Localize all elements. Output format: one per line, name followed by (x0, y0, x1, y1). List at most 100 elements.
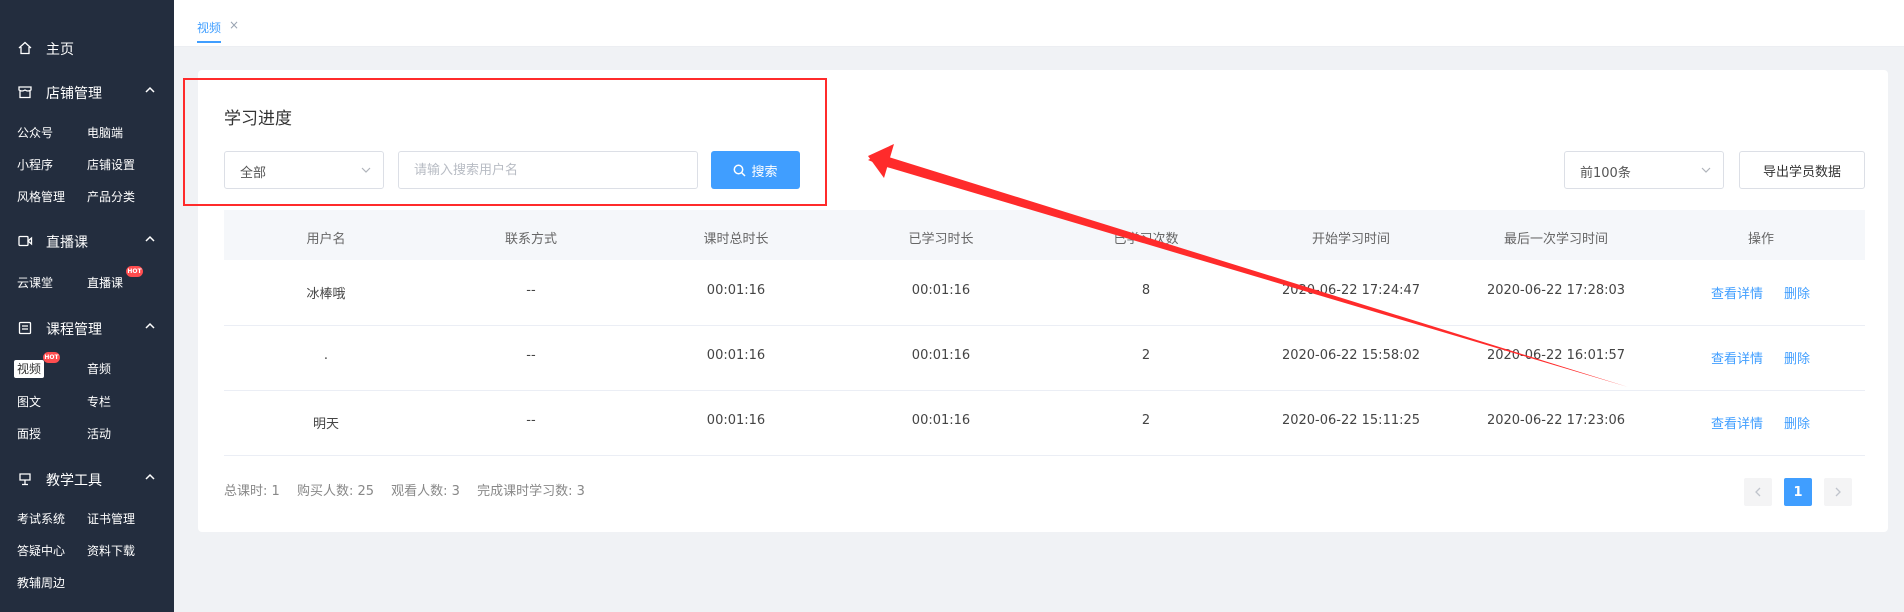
search-input[interactable] (398, 151, 698, 189)
sidebar-item-style[interactable]: 风格管理 (17, 188, 65, 206)
sidebar-section-label: 课程管理 (46, 322, 102, 338)
sidebar-item-video[interactable]: 视频 (14, 360, 45, 378)
sidebar-item-merch[interactable]: 教辅周边 (17, 574, 65, 592)
chevron-right-icon (1835, 487, 1841, 497)
delete-link[interactable]: 删除 (1784, 283, 1810, 302)
search-icon (734, 164, 747, 177)
cell-last: 2020-06-22 17:28:03 (1486, 283, 1626, 298)
hot-badge: HOT (126, 266, 143, 277)
sidebar-section-label: 直播课 (46, 235, 88, 251)
stat-completed: 完成课时学习数: 3 (477, 484, 585, 499)
sidebar-item-shop-settings[interactable]: 店铺设置 (87, 156, 135, 174)
sidebar-section-label: 教学工具 (46, 473, 102, 489)
table-row: 明天 -- 00:01:16 00:01:16 2 2020-06-22 15:… (224, 390, 1865, 456)
sidebar-item-download[interactable]: 资料下载 (87, 542, 135, 560)
table-header: 用户名 联系方式 课时总时长 已学习时长 已学习次数 开始学习时间 最后一次学习… (224, 210, 1865, 260)
chevron-up-icon (145, 322, 155, 329)
limit-select[interactable]: 前100条 (1564, 151, 1724, 189)
sidebar-item-cloud-class[interactable]: 云课堂 (17, 274, 53, 292)
hot-badge: HOT (43, 352, 60, 363)
cell-contact: -- (526, 283, 536, 298)
cell-user: 冰棒哦 (306, 287, 346, 302)
sidebar-item-article[interactable]: 图文 (17, 393, 41, 411)
stat-total-lessons: 总课时: 1 (224, 484, 280, 499)
cell-learned: 00:01:16 (911, 348, 971, 363)
chevron-left-icon (1755, 487, 1761, 497)
cell-contact: -- (526, 413, 536, 428)
view-detail-link[interactable]: 查看详情 (1711, 283, 1763, 302)
cell-learned: 00:01:16 (911, 283, 971, 298)
chevron-down-icon (1701, 167, 1711, 173)
sidebar: 主页 店铺管理 公众号 电脑端 小程序 店铺设置 风格管理 产品分类 直播课 云… (0, 0, 174, 612)
sidebar-section-live[interactable]: 直播课 (0, 229, 174, 253)
sidebar-item-label: 主页 (46, 42, 74, 58)
column-header: 课时总时长 (703, 232, 769, 247)
sidebar-item-category[interactable]: 产品分类 (87, 188, 135, 206)
table-row: . -- 00:01:16 00:01:16 2 2020-06-22 15:5… (224, 325, 1865, 391)
cell-last: 2020-06-22 17:23:06 (1486, 413, 1626, 428)
page-title: 学习进度 (224, 109, 292, 129)
sidebar-item-offline[interactable]: 面授 (17, 425, 41, 443)
stat-buyers: 购买人数: 25 (296, 484, 374, 499)
cell-user: 明天 (312, 417, 340, 432)
cell-count: 2 (1141, 348, 1151, 363)
tab-bar: 视频 × (174, 0, 1904, 47)
sidebar-item-qa[interactable]: 答疑中心 (17, 542, 65, 560)
sidebar-item-exam[interactable]: 考试系统 (17, 510, 65, 528)
list-icon (18, 321, 32, 335)
export-button[interactable]: 导出学员数据 (1739, 151, 1865, 189)
delete-link[interactable]: 删除 (1784, 413, 1810, 432)
sidebar-item-gongzhonghao[interactable]: 公众号 (17, 124, 53, 142)
cell-start: 2020-06-22 15:58:02 (1281, 348, 1421, 363)
stat-viewers: 观看人数: 3 (391, 484, 460, 499)
column-header: 开始学习时间 (1311, 232, 1391, 247)
close-icon[interactable]: × (229, 19, 239, 31)
cell-learned: 00:01:16 (911, 413, 971, 428)
search-button-label: 搜索 (751, 164, 778, 180)
sidebar-section-course[interactable]: 课程管理 (0, 316, 174, 340)
cell-total: 00:01:16 (706, 283, 766, 298)
cell-last: 2020-06-22 16:01:57 (1486, 348, 1626, 363)
shop-icon (18, 86, 32, 99)
home-icon (18, 41, 32, 55)
chevron-up-icon (145, 235, 155, 242)
prev-page-button[interactable] (1744, 478, 1772, 506)
column-header: 用户名 (306, 232, 346, 247)
tools-icon (19, 473, 31, 486)
chevron-down-icon (361, 167, 371, 173)
table-row: 冰棒哦 -- 00:01:16 00:01:16 8 2020-06-22 17… (224, 260, 1865, 326)
limit-select-value: 前100条 (1580, 166, 1631, 181)
cell-count: 8 (1141, 283, 1151, 298)
column-header: 已学习时长 (908, 232, 974, 247)
sidebar-item-live-class[interactable]: 直播课 (87, 274, 123, 292)
sidebar-item-audio[interactable]: 音频 (87, 360, 111, 378)
sidebar-item-miniprogram[interactable]: 小程序 (17, 156, 53, 174)
filter-select-value: 全部 (240, 166, 267, 181)
cell-start: 2020-06-22 17:24:47 (1281, 283, 1421, 298)
sidebar-item-certificate[interactable]: 证书管理 (87, 510, 135, 528)
next-page-button[interactable] (1824, 478, 1852, 506)
filter-select[interactable]: 全部 (224, 151, 384, 189)
column-header: 操作 (1747, 232, 1775, 247)
cell-total: 00:01:16 (706, 413, 766, 428)
sidebar-item-pc[interactable]: 电脑端 (87, 124, 123, 142)
sidebar-item-column[interactable]: 专栏 (87, 393, 111, 411)
page-number-current[interactable]: 1 (1784, 478, 1812, 506)
cell-contact: -- (526, 348, 536, 363)
view-detail-link[interactable]: 查看详情 (1711, 348, 1763, 367)
sidebar-item-home[interactable]: 主页 (0, 36, 174, 60)
cell-total: 00:01:16 (706, 348, 766, 363)
view-detail-link[interactable]: 查看详情 (1711, 413, 1763, 432)
column-header: 联系方式 (504, 232, 558, 247)
live-icon (18, 235, 33, 247)
sidebar-item-activity[interactable]: 活动 (87, 425, 111, 443)
sidebar-section-tools[interactable]: 教学工具 (0, 467, 174, 491)
search-button[interactable]: 搜索 (711, 151, 800, 189)
tab-video[interactable]: 视频 (197, 19, 222, 43)
chevron-up-icon (145, 86, 155, 93)
delete-link[interactable]: 删除 (1784, 348, 1810, 367)
cell-count: 2 (1141, 413, 1151, 428)
export-button-label: 导出学员数据 (1762, 164, 1841, 180)
sidebar-section-shop[interactable]: 店铺管理 (0, 80, 174, 104)
summary-stats: 总课时: 1 购买人数: 25 观看人数: 3 完成课时学习数: 3 (224, 480, 598, 499)
